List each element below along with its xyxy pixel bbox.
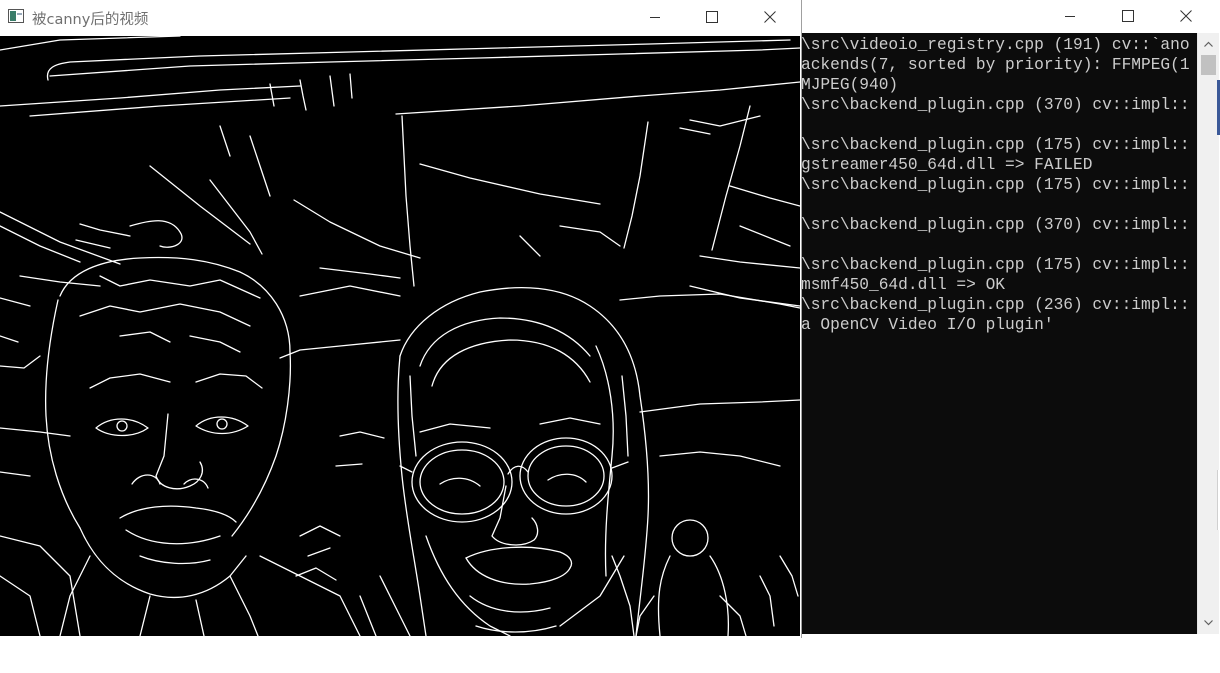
console-line: \src\backend_plugin.cpp (236) cv::impl::	[801, 296, 1190, 314]
close-icon	[1180, 10, 1192, 22]
console-minimize-button[interactable]	[1047, 0, 1093, 32]
console-line: \src\backend_plugin.cpp (175) cv::impl::	[801, 256, 1190, 274]
app-icon	[8, 9, 24, 23]
console-line: \src\backend_plugin.cpp (175) cv::impl::	[801, 176, 1190, 194]
console-scrollbar[interactable]	[1197, 33, 1219, 634]
console-line: \src\videoio_registry.cpp (191) cv::`ano	[801, 36, 1190, 54]
console-output[interactable]: \src\videoio_registry.cpp (191) cv::`ano…	[801, 33, 1197, 634]
scroll-down-button[interactable]	[1198, 614, 1219, 632]
window-title: 被canny后的视频	[32, 12, 149, 28]
chevron-down-icon	[1204, 620, 1213, 626]
minimize-icon	[1065, 16, 1075, 17]
console-lines: \src\videoio_registry.cpp (191) cv::`ano…	[801, 35, 1190, 335]
image-window: 被canny后的视频	[0, 0, 802, 638]
close-icon	[764, 11, 776, 23]
console-line: a OpenCV Video I/O plugin'	[801, 316, 1054, 334]
edge-strokes	[0, 36, 800, 636]
chevron-up-icon	[1204, 41, 1213, 47]
console-close-button[interactable]	[1163, 0, 1209, 32]
scroll-thumb[interactable]	[1201, 55, 1216, 75]
minimize-button[interactable]	[632, 1, 678, 33]
console-line: \src\backend_plugin.cpp (370) cv::impl::	[801, 96, 1190, 114]
image-titlebar[interactable]: 被canny后的视频	[0, 0, 801, 34]
console-line: ackends(7, sorted by priority): FFMPEG(1	[801, 56, 1190, 74]
console-line: MJPEG(940)	[801, 76, 899, 94]
close-button[interactable]	[747, 1, 793, 33]
maximize-icon	[706, 11, 718, 23]
maximize-icon	[1122, 10, 1134, 22]
console-window: \src\videoio_registry.cpp (191) cv::`ano…	[801, 0, 1220, 634]
scroll-up-button[interactable]	[1198, 35, 1219, 53]
console-line: \src\backend_plugin.cpp (175) cv::impl::	[801, 136, 1190, 154]
console-maximize-button[interactable]	[1105, 0, 1151, 32]
console-titlebar[interactable]	[801, 0, 1220, 32]
minimize-icon	[650, 17, 660, 18]
console-line: gstreamer450_64d.dll => FAILED	[801, 156, 1093, 174]
canny-edge-image	[0, 36, 800, 636]
console-line: msmf450_64d.dll => OK	[801, 276, 1005, 294]
maximize-button[interactable]	[689, 1, 735, 33]
console-line: \src\backend_plugin.cpp (370) cv::impl::	[801, 216, 1190, 234]
